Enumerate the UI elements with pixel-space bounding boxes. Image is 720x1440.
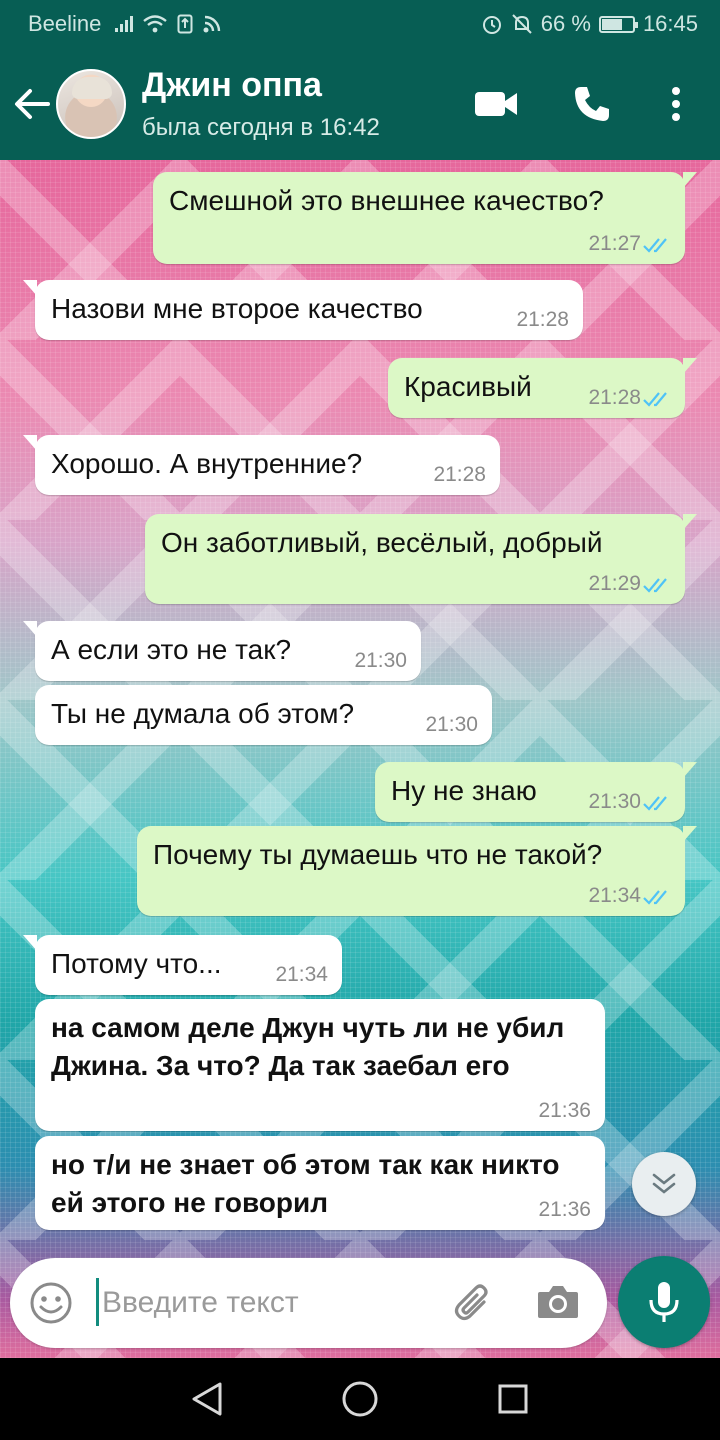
message-text: Смешной это внешнее качество? <box>169 185 604 216</box>
wifi-icon <box>143 15 168 33</box>
more-vert-icon[interactable] <box>650 78 702 130</box>
message-text: Ну не знаю <box>391 775 537 806</box>
message-outgoing[interactable]: Почему ты думаешь что не такой? 21:34 <box>137 826 697 916</box>
contact-name[interactable]: Джин оппа <box>142 66 322 105</box>
message-time: 21:28 <box>516 308 569 331</box>
battery-icon <box>598 15 638 33</box>
message-text: Потому что... <box>51 948 222 979</box>
message-incoming[interactable]: но т/и не знает об этом так как никто ей… <box>35 1136 605 1230</box>
camera-icon[interactable] <box>536 1282 580 1326</box>
nav-back-icon[interactable] <box>184 1376 230 1422</box>
message-incoming[interactable]: Хорошо. А внутренние? 21:28 <box>23 435 500 495</box>
message-text: Назови мне второе качество <box>51 293 423 324</box>
clock: 16:45 <box>642 11 698 36</box>
mute-bell-icon <box>512 14 532 34</box>
message-outgoing[interactable]: Ну не знаю 21:30 <box>375 762 697 822</box>
message-text: Хорошо. А внутренние? <box>51 448 363 479</box>
message-time: 21:30 <box>425 713 478 736</box>
message-text: Красивый <box>404 371 532 402</box>
attach-paperclip-icon[interactable] <box>450 1280 498 1328</box>
message-time: 21:29 <box>588 572 641 595</box>
message-input[interactable] <box>102 1278 432 1328</box>
double-chevron-down-icon <box>652 1173 676 1194</box>
read-ticks-icon <box>643 578 667 593</box>
message-time: 21:30 <box>588 790 641 813</box>
message-outgoing[interactable]: Он заботливый, весёлый, добрый 21:29 <box>145 514 697 604</box>
read-ticks-icon <box>643 796 667 811</box>
message-time: 21:34 <box>588 884 641 907</box>
text-cursor <box>96 1278 99 1326</box>
message-incoming[interactable]: Назови мне второе качество 21:28 <box>23 280 583 340</box>
message-time: 21:28 <box>433 463 486 486</box>
system-nav-bar <box>0 1358 720 1440</box>
voice-record-button[interactable] <box>618 1256 710 1348</box>
status-bar: Beeline 66 % 16:45 <box>0 0 720 48</box>
message-time: 21:34 <box>275 963 328 986</box>
phone-icon[interactable] <box>566 78 618 130</box>
message-text: Он заботливый, весёлый, добрый <box>161 527 603 558</box>
read-ticks-icon <box>643 238 667 253</box>
message-time: 21:36 <box>538 1099 591 1122</box>
signal-icon <box>115 16 134 32</box>
back-arrow-icon[interactable] <box>12 84 56 124</box>
message-time: 21:36 <box>538 1198 591 1221</box>
microphone-icon <box>649 1282 679 1322</box>
message-text: Ты не думала об этом? <box>51 698 355 729</box>
message-incoming[interactable]: Ты не думала об этом? 21:30 <box>35 685 492 745</box>
scroll-down-button[interactable] <box>632 1152 696 1216</box>
alarm-icon <box>482 16 501 34</box>
battery-percent: 66 % <box>540 11 591 36</box>
read-ticks-icon <box>643 890 667 905</box>
carrier-name: Beeline <box>28 11 102 36</box>
message-time: 21:28 <box>588 386 641 409</box>
message-incoming[interactable]: на самом деле Джун чуть ли не убил Джина… <box>35 999 605 1131</box>
message-text: но т/и не знает об этом так как никто ей… <box>51 1149 560 1218</box>
nfc-icon <box>203 15 221 33</box>
video-call-icon[interactable] <box>470 78 522 130</box>
message-time: 21:30 <box>354 649 407 672</box>
message-time: 21:27 <box>588 232 641 255</box>
message-text: на самом деле Джун чуть ли не убил Джина… <box>51 1012 565 1081</box>
message-incoming[interactable]: А если это не так? 21:30 <box>23 621 421 681</box>
message-text: Почему ты думаешь что не такой? <box>153 839 603 870</box>
sim-icon <box>177 14 193 34</box>
emoji-icon[interactable] <box>28 1280 74 1326</box>
message-composer <box>10 1258 607 1348</box>
message-incoming[interactable]: Потому что... 21:34 <box>23 935 342 995</box>
chat-area[interactable]: Смешной это внешнее качество? 21:27 Назо… <box>0 160 720 1358</box>
read-ticks-icon <box>643 392 667 407</box>
nav-home-icon[interactable] <box>337 1376 383 1422</box>
message-outgoing[interactable]: Красивый 21:28 <box>388 358 697 418</box>
nav-recents-icon[interactable] <box>490 1376 536 1422</box>
avatar[interactable] <box>56 69 126 139</box>
contact-last-seen: была сегодня в 16:42 <box>142 114 380 141</box>
message-outgoing[interactable]: Смешной это внешнее качество? 21:27 <box>153 172 697 264</box>
message-text: А если это не так? <box>51 634 292 665</box>
chat-header: Джин оппа была сегодня в 16:42 <box>0 48 720 160</box>
